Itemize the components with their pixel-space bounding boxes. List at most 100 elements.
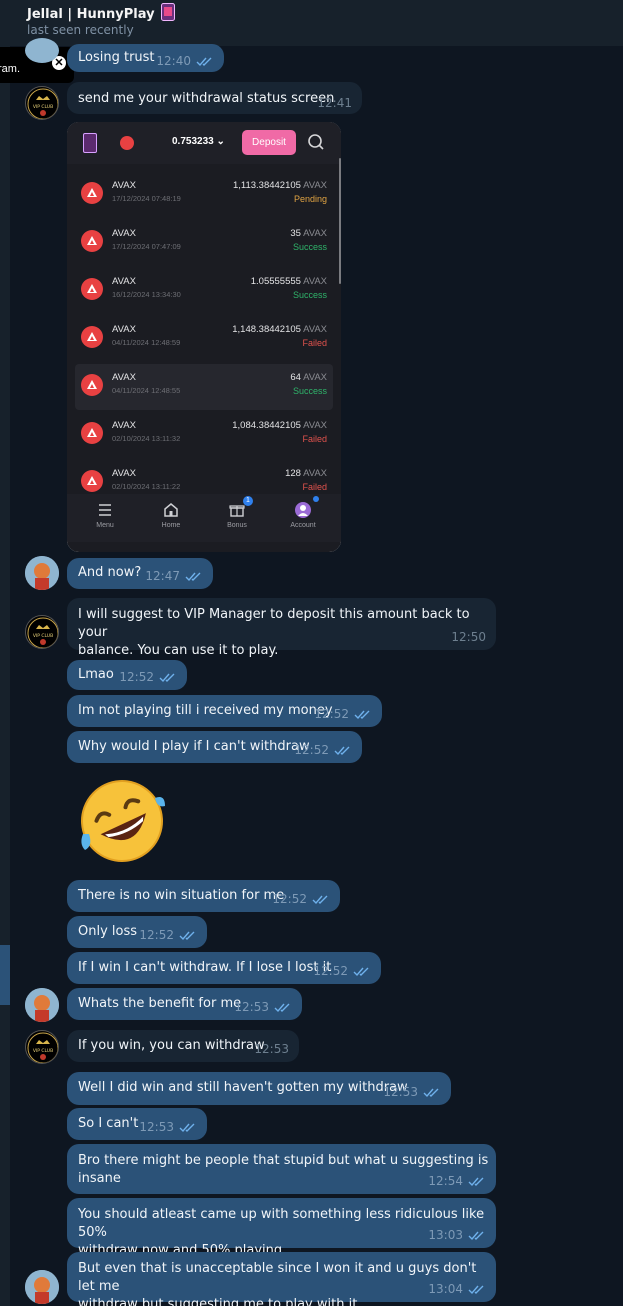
transaction-coin: AVAX [112,180,136,191]
double-check-icon [468,1285,484,1294]
slot-machine-icon [161,3,176,21]
chat-header[interactable]: Jellal | HunnyPlay last seen recently [0,0,623,46]
nav-menu: Menu [80,502,130,529]
double-check-icon [185,572,201,581]
message-outgoing[interactable]: Im not playing till i received my money … [67,695,382,727]
vip-avatar[interactable]: VIP CLUB [25,615,59,649]
double-check-icon [274,1003,290,1012]
message-time: 12:41 [317,96,352,110]
avax-icon [81,326,103,348]
app-topbar: 0.753233 ⌄ Deposit [67,122,341,164]
transaction-status: Failed [302,482,327,492]
message-outgoing[interactable]: Whats the benefit for me 12:53 [67,988,302,1020]
message-time: 12:52 [272,892,307,906]
double-check-icon [423,1088,439,1097]
transaction-row: AVAX 04/11/2024 12:48:59 1,148.38442105 AV… [75,316,333,362]
avatar[interactable] [25,38,59,63]
avatar[interactable] [25,556,59,590]
message-outgoing[interactable]: Lmao 12:52 [67,660,187,690]
double-check-icon [159,673,175,682]
message-time: 12:40 [156,54,191,68]
vip-avatar[interactable]: VIP CLUB [25,86,59,120]
svg-text:VIP CLUB: VIP CLUB [33,104,53,110]
transaction-amount: 1,113.38442105 AVAX [232,180,327,191]
app-logo [83,133,97,153]
chat-status: last seen recently [27,23,134,37]
message-text: Only loss [78,924,138,939]
message-outgoing[interactable]: Only loss 12:52 [67,916,207,948]
message-incoming[interactable]: send me your withdrawal status screen 12… [67,82,362,114]
transaction-amount: 1,148.38442105 AVAX [232,324,327,335]
transaction-row: AVAX 04/11/2024 12:48:55 64 AVAX Success [75,364,333,410]
message-text: Whats the benefit for me [78,996,242,1011]
bonus-badge: 1 [243,496,253,506]
message-time: 12:54 [428,1174,463,1188]
selected-chat-marker [0,945,10,1005]
message-outgoing[interactable]: Why would I play if I can't withdraw 12:… [67,731,362,763]
app-screenshot: 0.753233 ⌄ Deposit AVAX 17/12/2024 07:48:… [67,122,341,552]
transaction-coin: AVAX [112,228,136,239]
message-time: 12:50 [451,630,486,644]
search-icon [308,134,324,150]
transaction-coin: AVAX [112,468,136,479]
avatar[interactable] [25,988,59,1022]
avatar[interactable] [25,1270,59,1304]
balance-value: 0.753233 ⌄ [172,136,225,147]
message-incoming[interactable]: If you win, you can withdraw 12:53 [67,1030,299,1062]
bonus-icon [229,505,245,517]
transaction-date: 16/12/2024 13:34:30 [112,290,181,299]
message-outgoing[interactable]: But even that is unacceptable since I wo… [67,1252,496,1306]
message-time: 12:53 [254,1042,289,1056]
double-check-icon [179,931,195,940]
vip-avatar[interactable]: VIP CLUB [25,1030,59,1064]
message-incoming[interactable]: I will suggest to VIP Manager to deposit… [67,598,496,658]
transaction-row: AVAX 02/10/2024 13:11:32 1,084.38442105 AV… [75,412,333,458]
message-time: 12:52 [139,928,174,942]
transaction-date: 17/12/2024 07:47:09 [112,242,181,251]
message-time: 12:52 [119,670,154,684]
message-outgoing[interactable]: And now? 12:47 [67,558,213,589]
avax-icon [120,136,134,150]
deposit-button: Deposit [242,130,296,155]
message-text: If you win, you can withdraw [78,1038,265,1053]
message-outgoing[interactable]: Well I did win and still haven't gotten … [67,1072,451,1105]
app-bottom-nav: Menu Home Bonus 1 Account [67,494,341,542]
message-time: 12:53 [139,1120,174,1134]
transaction-row: AVAX 17/12/2024 07:48:19 1,113.38442105 AV… [75,172,333,218]
message-outgoing[interactable]: You should atleast came up with somethin… [67,1198,496,1258]
message-time: 12:52 [294,743,329,757]
rofl-emoji[interactable] [77,776,167,866]
scrollbar [339,158,341,284]
nav-bonus: Bonus [212,502,262,529]
transaction-coin: AVAX [112,276,136,287]
message-text: I will suggest to VIP Manager to deposit… [78,607,470,658]
chat-title[interactable]: Jellal | HunnyPlay [27,3,176,22]
message-time: 12:52 [313,964,348,978]
message-outgoing[interactable]: Bro there might be people that stupid bu… [67,1144,496,1194]
avax-icon [81,422,103,444]
home-icon [164,503,178,517]
transaction-status: Success [292,386,327,396]
transaction-status: Failed [302,338,327,348]
message-text: If I win I can't withdraw. If I lose I l… [78,960,332,975]
message-outgoing[interactable]: There is no win situation for me 12:52 [67,880,340,912]
message-time: 13:04 [428,1282,463,1296]
transaction-status: Failed [302,434,327,444]
message-outgoing[interactable]: So I can't 12:53 [67,1108,207,1140]
transaction-status: Success [292,290,327,300]
double-check-icon [312,895,328,904]
message-outgoing[interactable]: If I win I can't withdraw. If I lose I l… [67,952,381,984]
account-icon [295,502,311,518]
menu-icon [99,504,111,516]
message-outgoing[interactable]: Losing trust 12:40 [67,44,224,72]
transaction-date: 02/10/2024 13:11:32 [112,434,181,443]
double-check-icon [196,57,212,66]
transaction-status: Pending [293,194,327,204]
transaction-date: 04/11/2024 12:48:59 [112,338,181,347]
screenshot-image[interactable]: 0.753233 ⌄ Deposit AVAX 17/12/2024 07:48:… [67,122,341,552]
transaction-date: 17/12/2024 07:48:19 [112,194,181,203]
message-text: send me your withdrawal status screen [78,91,335,106]
transaction-coin: AVAX [112,372,136,383]
message-text: So I can't [78,1116,139,1131]
message-time: 12:52 [314,707,349,721]
